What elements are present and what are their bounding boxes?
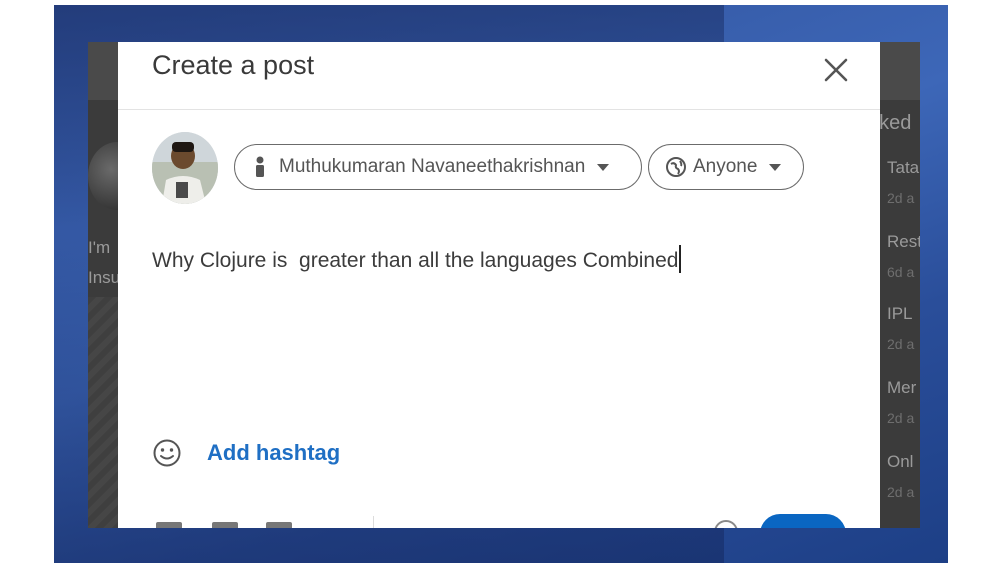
chevron-down-icon bbox=[597, 163, 610, 171]
dialog-header: Create a post bbox=[118, 42, 880, 110]
emoji-button[interactable] bbox=[152, 438, 182, 468]
close-button[interactable] bbox=[818, 52, 854, 88]
background-feed-text: I'm bbox=[88, 238, 111, 257]
author-name: Muthukumaran Navaneethakrishnan bbox=[279, 156, 586, 177]
smiley-icon bbox=[153, 439, 181, 467]
close-icon bbox=[824, 58, 848, 82]
globe-icon bbox=[666, 157, 686, 177]
video-icon[interactable] bbox=[212, 522, 238, 528]
right-rail-item: Tata bbox=[887, 158, 920, 177]
right-rail-item: IPL bbox=[887, 304, 913, 323]
screenshot-canvas: I'm Insu nked Tata 2d a Rest 6d a IPL 2d… bbox=[0, 0, 1000, 563]
author-selector[interactable]: Muthukumaran Navaneethakrishnan bbox=[234, 144, 642, 190]
right-rail-item-time: 2d a bbox=[887, 484, 915, 500]
audience-label: Anyone bbox=[693, 156, 758, 177]
right-rail-item-time: 2d a bbox=[887, 410, 915, 426]
background-feed-image bbox=[88, 297, 118, 528]
right-rail-item-time: 6d a bbox=[887, 264, 915, 280]
author-avatar bbox=[152, 132, 218, 204]
right-rail-item: Rest bbox=[887, 232, 920, 251]
background-feed-text: Insu bbox=[88, 268, 121, 287]
toolbar-divider bbox=[373, 516, 374, 528]
document-icon[interactable] bbox=[266, 522, 292, 528]
right-rail-item-time: 2d a bbox=[887, 190, 915, 206]
text-cursor bbox=[679, 245, 682, 273]
post-button[interactable] bbox=[760, 514, 846, 528]
audience-selector[interactable]: Anyone bbox=[648, 144, 804, 190]
clock-icon[interactable] bbox=[714, 520, 738, 528]
right-rail-item-time: 2d a bbox=[887, 336, 915, 352]
right-rail-item: Onl bbox=[887, 452, 914, 471]
person-icon bbox=[256, 156, 264, 177]
post-editor[interactable]: Why Clojure is greater than all the lang… bbox=[152, 245, 682, 273]
create-post-dialog: Create a post Muthukumaran Navaneethakri… bbox=[118, 42, 880, 528]
add-hashtag-button[interactable]: Add hashtag bbox=[207, 440, 340, 466]
post-text-content: Why Clojure is greater than all the lang… bbox=[152, 249, 679, 272]
right-rail-item: Mer bbox=[887, 378, 917, 397]
chevron-down-icon bbox=[769, 163, 782, 171]
dialog-title: Create a post bbox=[152, 50, 315, 80]
photo-icon[interactable] bbox=[156, 522, 182, 528]
